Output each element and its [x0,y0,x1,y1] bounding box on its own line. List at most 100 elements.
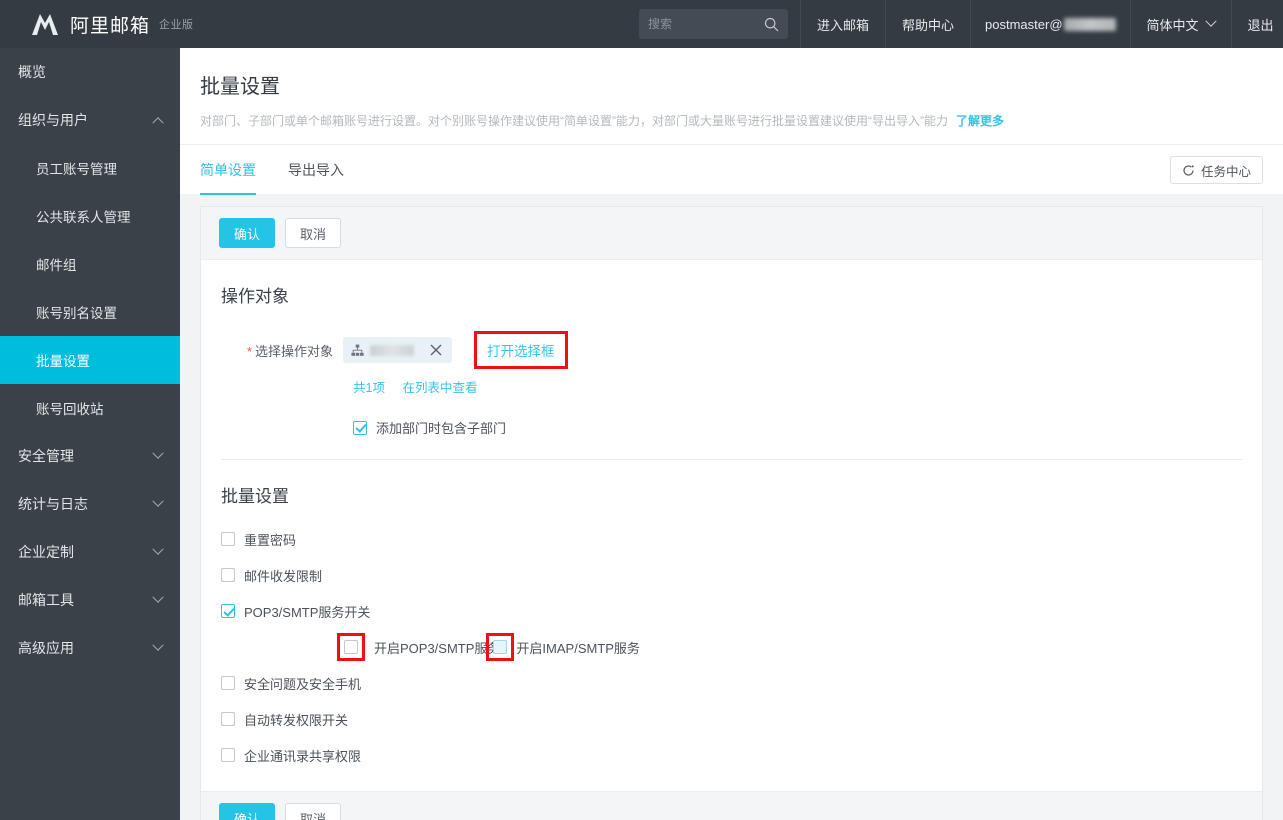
target-select-row: * 选择操作对象 打开选择框 [201,307,1262,369]
selected-target-tag[interactable] [343,337,452,363]
chevron-down-icon [1204,15,1217,27]
topnav-label: 进入邮箱 [817,17,870,33]
sidebar-item-public-contacts[interactable]: 公共联系人管理 [0,192,180,240]
enable-pop3-highlight [337,633,365,661]
tab-simple-settings[interactable]: 简单设置 [200,145,256,195]
include-subdept-label: 添加部门时包含子部门 [376,421,507,436]
confirm-button-bottom[interactable]: 确认 [219,803,276,820]
chevron-down-icon [152,447,164,459]
cancel-button-bottom[interactable]: 取消 [285,803,342,820]
open-picker-button[interactable]: 打开选择框 [487,340,555,360]
sidebar-item-org-users[interactable]: 组织与用户 [0,96,180,144]
enable-pop3-smtp-label: 开启POP3/SMTP服务 [374,640,501,656]
include-subdept-checkbox-line[interactable]: 添加部门时包含子部门 [353,418,1262,437]
batch-option-reset-password[interactable]: 重置密码 [221,521,1262,557]
sidebar-item-mail-tools[interactable]: 邮箱工具 [0,576,180,624]
pop3-smtp-switch-checkbox[interactable] [221,604,235,618]
topnav-item-help[interactable]: 帮助中心 [885,0,970,48]
tab-label: 简单设置 [200,161,256,178]
reset-password-checkbox[interactable] [221,532,235,546]
chevron-down-icon [152,591,164,603]
button-label: 取消 [300,811,327,820]
sidebar-item-label: 员工账号管理 [36,162,117,177]
sidebar-item-label: 批量设置 [36,354,90,369]
view-in-list-link[interactable]: 在列表中查看 [402,381,477,395]
chevron-up-icon [152,117,164,129]
sidebar-item-batch-settings[interactable]: 批量设置 [0,336,180,384]
remove-target-icon[interactable] [428,342,444,358]
required-asterisk: * [246,343,252,359]
option-label: 自动转发权限开关 [244,712,349,728]
option-label: 企业通讯录共享权限 [244,748,362,764]
option-label: 重置密码 [244,532,297,548]
tab-bar: 简单设置 导出导入 任务中心 [180,144,1283,195]
task-center-label: 任务中心 [1200,164,1251,179]
topnav-item-language[interactable]: 简体中文 [1129,0,1231,48]
page-title: 批量设置 [200,76,280,98]
open-picker-highlight: 打开选择框 [474,331,568,369]
sidebar-item-security[interactable]: 安全管理 [0,432,180,480]
contact-share-checkbox[interactable] [221,748,235,762]
topnav-item-account[interactable]: postmaster@ [970,0,1130,48]
settings-panel: 确认 取消 操作对象 * 选择操作对象 打开选择框 共1项 在列表中查看 添加部… [200,206,1263,820]
task-center-button[interactable]: 任务中心 [1169,156,1263,184]
search-icon[interactable] [764,17,779,32]
chevron-down-icon [152,639,164,651]
sidebar-item-employee-accounts[interactable]: 员工账号管理 [0,144,180,192]
sidebar-item-overview[interactable]: 概览 [0,48,180,96]
batch-option-contact-share[interactable]: 企业通讯录共享权限 [221,737,1262,773]
sidebar-item-stats-logs[interactable]: 统计与日志 [0,480,180,528]
sidebar-item-account-recycle[interactable]: 账号回收站 [0,384,180,432]
top-header-bar: 阿里邮箱 企业版 进入邮箱 帮助中心 postmaster@ [0,0,1283,48]
brand-logo[interactable]: 阿里邮箱 企业版 [0,0,636,48]
page-description-text: 对部门、子部门或单个邮箱账号进行设置。对个别账号操作建议使用“简单设置”能力，对… [200,114,948,128]
include-subdept-checkbox[interactable] [353,420,367,435]
topnav-item-logout[interactable]: 退出 [1230,0,1283,48]
batch-option-pop3-smtp-switch[interactable]: POP3/SMTP服务开关 [221,593,1262,629]
sidebar-item-label: 账号回收站 [36,402,104,417]
nested-service-options: 开启POP3/SMTP服务 开启IMAP/SMTP服务 [221,629,1262,665]
top-action-bar: 确认 取消 [201,207,1262,260]
enable-pop3-smtp-checkbox[interactable] [344,640,358,654]
confirm-button-top[interactable]: 确认 [219,218,276,248]
sidebar-item-label: 统计与日志 [18,496,88,512]
tab-export-import[interactable]: 导出导入 [288,145,344,195]
top-nav: 进入邮箱 帮助中心 postmaster@ 简体中文 退出 [800,0,1283,48]
chevron-down-icon [152,543,164,555]
search-input[interactable] [648,17,758,31]
learn-more-link[interactable]: 了解更多 [956,114,1004,128]
redacted-target-name [370,344,414,356]
button-label: 确认 [234,226,261,242]
sidebar-item-label: 概览 [18,64,46,80]
enable-imap-smtp-checkbox[interactable] [493,640,508,654]
option-label: 安全问题及安全手机 [244,676,362,692]
sidebar-item-enterprise-custom[interactable]: 企业定制 [0,528,180,576]
sidebar-item-advanced-apps[interactable]: 高级应用 [0,624,180,672]
batch-option-security-qa[interactable]: 安全问题及安全手机 [221,665,1262,701]
sidebar-item-mail-group[interactable]: 邮件组 [0,240,180,288]
department-icon [351,344,364,357]
sidebar-nav: 概览 组织与用户 员工账号管理 公共联系人管理 邮件组 账号别名设置 批量设置 … [0,48,180,820]
sidebar-item-label: 组织与用户 [18,112,88,128]
auto-forward-checkbox[interactable] [221,712,235,726]
language-label: 简体中文 [1146,17,1199,33]
batch-option-mail-limit[interactable]: 邮件收发限制 [221,557,1262,593]
security-qa-checkbox[interactable] [221,676,235,690]
sidebar-item-account-alias[interactable]: 账号别名设置 [0,288,180,336]
include-subdept-row: 添加部门时包含子部门 [201,396,1262,437]
sidebar-item-label: 账号别名设置 [36,306,117,321]
target-count-link[interactable]: 共1项 [353,381,385,395]
cancel-button-top[interactable]: 取消 [285,218,342,248]
brand-name: 阿里邮箱 [70,15,151,37]
sidebar-item-label: 企业定制 [18,544,74,560]
batch-option-auto-forward[interactable]: 自动转发权限开关 [221,701,1262,737]
sidebar-item-label: 邮件组 [36,258,77,273]
enable-imap-smtp-label: 开启IMAP/SMTP服务 [516,640,640,656]
field-label-text: 选择操作对象 [254,343,333,359]
sidebar-item-label: 高级应用 [18,640,74,656]
topnav-item-mailbox[interactable]: 进入邮箱 [800,0,885,48]
page-description: 对部门、子部门或单个邮箱账号进行设置。对个别账号操作建议使用“简单设置”能力，对… [200,113,1263,144]
global-search[interactable] [639,9,788,39]
button-label: 确认 [234,811,261,820]
mail-limit-checkbox[interactable] [221,568,235,582]
